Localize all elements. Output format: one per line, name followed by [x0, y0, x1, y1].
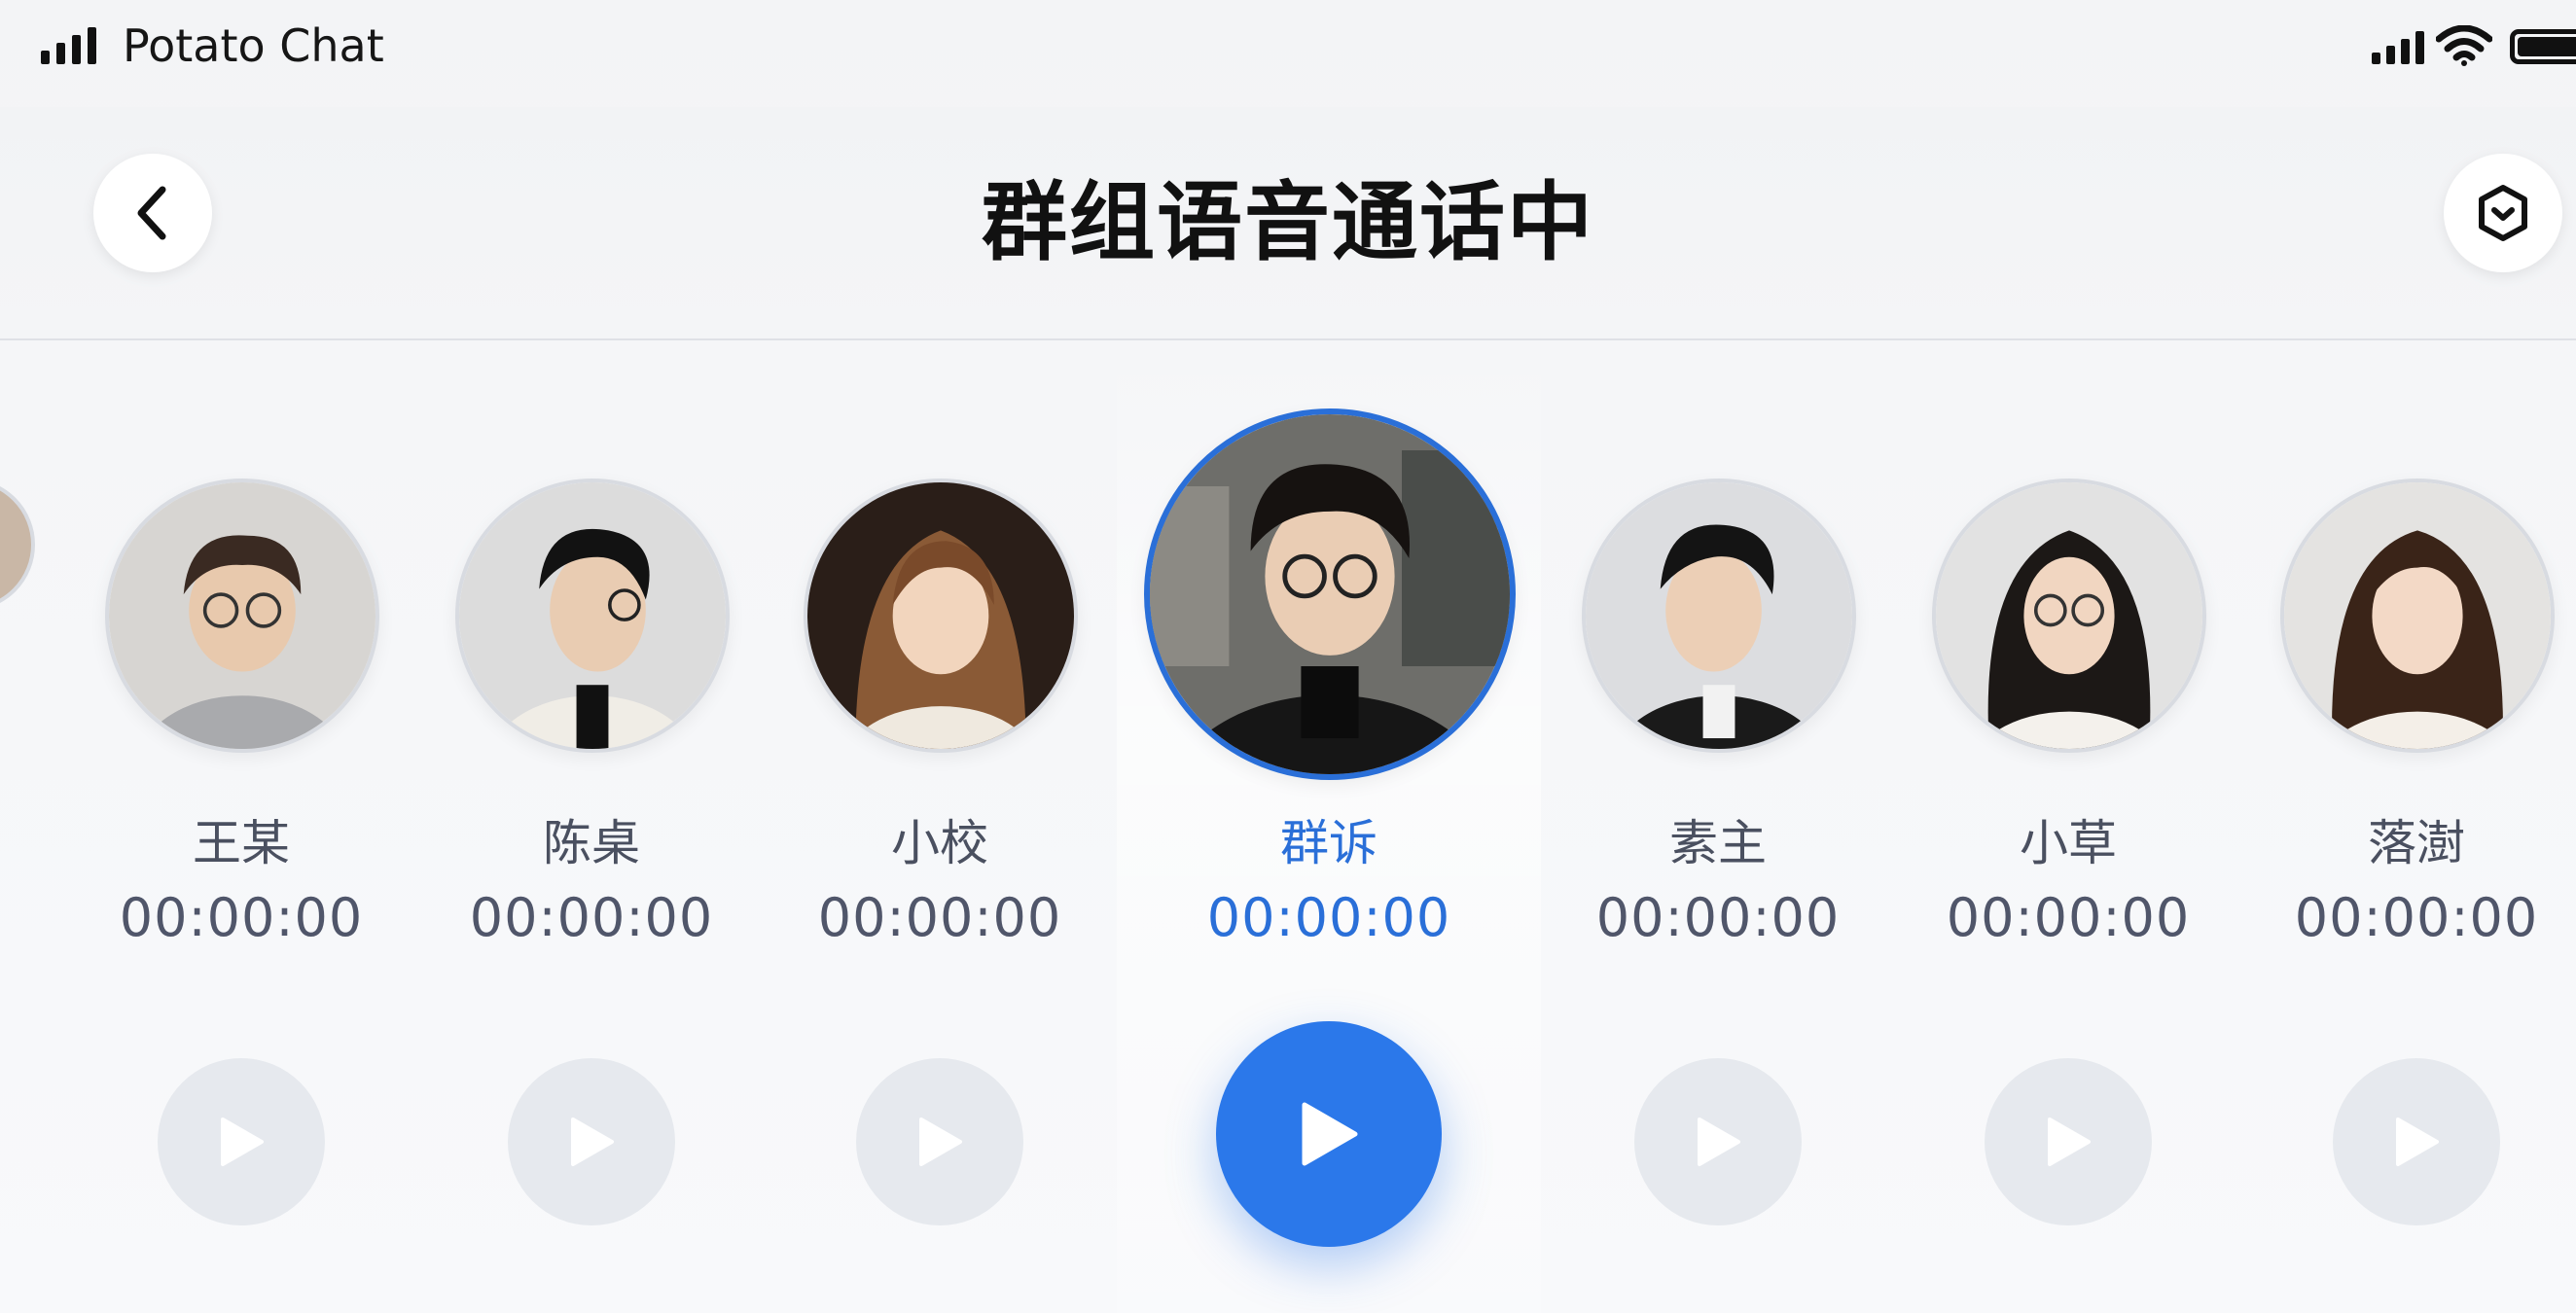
- participant-name: 小校: [891, 815, 988, 871]
- wifi-icon: [2436, 25, 2492, 66]
- call-duration: 00:00:00: [1946, 887, 2191, 948]
- play-button[interactable]: [856, 1058, 1023, 1225]
- play-icon: [1698, 1118, 1740, 1166]
- participant-name: 群诉: [1280, 815, 1377, 871]
- participant-name: 陈桌: [543, 815, 640, 871]
- participant-card[interactable]: 陈桌 00:00:00: [416, 342, 767, 1313]
- status-bar: Potato Chat: [0, 0, 2576, 97]
- call-duration: 00:00:00: [1206, 887, 1451, 948]
- participant-card[interactable]: 落澍 00:00:00: [2241, 342, 2576, 1313]
- app-name: Potato Chat: [123, 19, 384, 72]
- cellular-signal-icon: [2372, 31, 2424, 64]
- play-button[interactable]: [1634, 1058, 1802, 1225]
- call-duration: 00:00:00: [2294, 887, 2539, 948]
- play-button[interactable]: [2333, 1058, 2500, 1225]
- call-screen: Potato Chat 群组语音通话中 王某 00:00:00 陈桌 00:00…: [0, 0, 2576, 1313]
- call-duration: 00:00:00: [817, 887, 1062, 948]
- avatar: [804, 479, 1078, 753]
- avatar: [1144, 408, 1516, 780]
- nav-bar: 群组语音通话中: [0, 107, 2576, 340]
- play-button[interactable]: [508, 1058, 675, 1225]
- call-duration: 00:00:00: [1595, 887, 1841, 948]
- page-title: 群组语音通话中: [981, 172, 1594, 272]
- battery-icon: [2510, 29, 2576, 64]
- play-button[interactable]: [1985, 1058, 2152, 1225]
- call-duration: 00:00:00: [469, 887, 714, 948]
- avatar: [1582, 479, 1856, 753]
- participant-card[interactable]: 小草 00:00:00: [1893, 342, 2243, 1313]
- avatar: [105, 479, 379, 753]
- shield-icon: [2479, 185, 2527, 241]
- play-icon: [571, 1118, 614, 1166]
- play-icon: [919, 1118, 962, 1166]
- play-icon: [2048, 1118, 2091, 1166]
- offscreen-participant: [0, 479, 35, 731]
- avatar: [1932, 479, 2206, 753]
- play-button[interactable]: [158, 1058, 325, 1225]
- participant-name: 王某: [193, 815, 290, 871]
- participant-card[interactable]: 素主 00:00:00: [1543, 342, 1893, 1313]
- security-button[interactable]: [2444, 154, 2562, 272]
- play-button-active[interactable]: [1216, 1021, 1442, 1247]
- status-icons: [2372, 25, 2576, 68]
- participants-strip[interactable]: 王某 00:00:00 陈桌 00:00:00 小校 00:00:00 群诉 0…: [0, 342, 2576, 1313]
- play-icon: [2396, 1118, 2439, 1166]
- signal-icon: [41, 27, 96, 64]
- avatar: [2280, 479, 2555, 753]
- play-icon: [221, 1118, 264, 1166]
- participant-name: 落澍: [2368, 815, 2465, 871]
- play-icon: [1302, 1102, 1358, 1166]
- participant-name: 素主: [1669, 815, 1767, 871]
- participant-card[interactable]: 小校 00:00:00: [765, 342, 1115, 1313]
- participant-card-active[interactable]: 群诉 00:00:00: [1144, 342, 1516, 1313]
- participant-card[interactable]: 王某 00:00:00: [66, 342, 416, 1313]
- call-duration: 00:00:00: [119, 887, 364, 948]
- avatar: [455, 479, 730, 753]
- participant-name: 小草: [2020, 815, 2117, 871]
